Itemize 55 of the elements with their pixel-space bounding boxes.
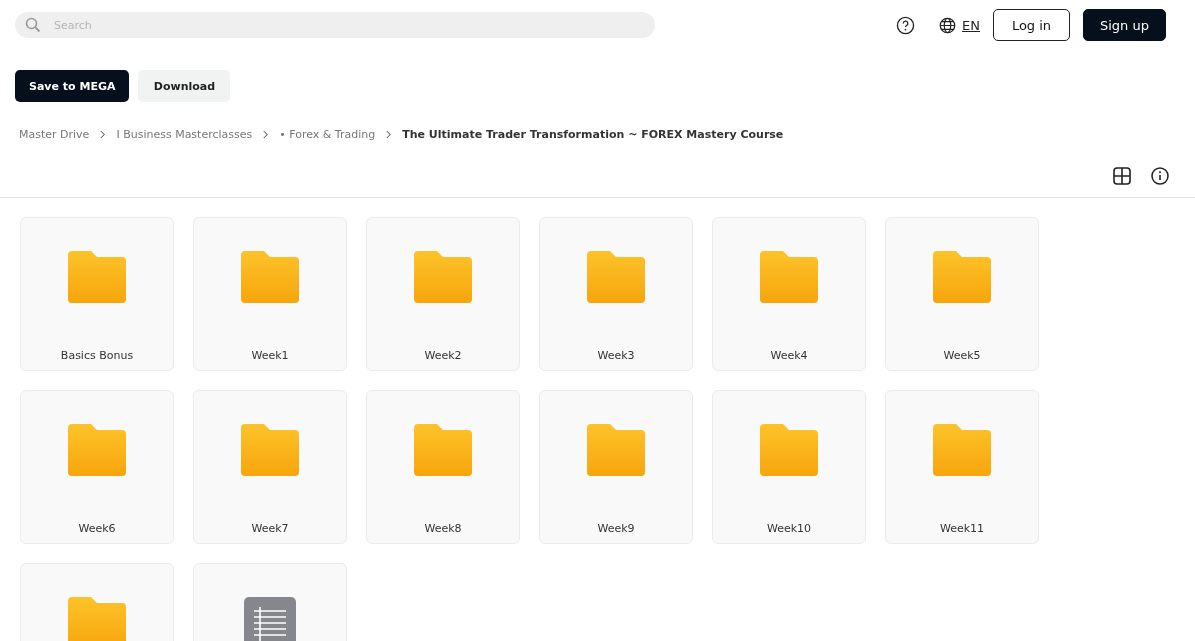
document-icon (244, 597, 296, 641)
folder-name: Basics Bonus (60, 349, 134, 362)
folder-card[interactable]: Week7 (193, 390, 347, 544)
folder-icon (68, 251, 126, 303)
folder-card[interactable]: Week8 (366, 390, 520, 544)
folder-icon (587, 424, 645, 476)
chevron-icon (262, 130, 270, 139)
search-field[interactable]: Search (15, 12, 655, 38)
folder-icon (933, 424, 991, 476)
folder-icon (414, 251, 472, 303)
login-button[interactable]: Log in (993, 9, 1070, 41)
folder-name: Week1 (251, 349, 289, 362)
language-link[interactable]: EN (962, 17, 980, 33)
folder-card[interactable]: Week11 (885, 390, 1039, 544)
chevron-icon (99, 130, 107, 139)
folder-name: Week10 (766, 522, 812, 535)
breadcrumb-item: The Ultimate Trader Transformation ~ FOREX Mastery Course (402, 128, 784, 141)
folder-name: Week6 (78, 522, 116, 535)
folder-card[interactable]: Basics Bonus (20, 217, 174, 371)
folder-icon (68, 424, 126, 476)
folder-card[interactable]: Week10 (712, 390, 866, 544)
folder-icon (933, 251, 991, 303)
folder-card[interactable]: Week1 (193, 217, 347, 371)
folder-name: Week7 (251, 522, 289, 535)
grid-view-icon[interactable] (1113, 167, 1131, 185)
folder-card[interactable]: Week2 (366, 217, 520, 371)
folder-icon (241, 424, 299, 476)
info-icon[interactable] (1151, 167, 1169, 185)
folder-card[interactable]: Week4 (712, 217, 866, 371)
folder-icon (587, 251, 645, 303)
download-button[interactable]: Download (138, 70, 231, 102)
folder-name: Week8 (424, 522, 462, 535)
folder-name: Week4 (770, 349, 808, 362)
folder-card[interactable]: Week3 (539, 217, 693, 371)
folder-name: Week3 (597, 349, 635, 362)
folder-card[interactable]: Week9 (539, 390, 693, 544)
folder-name: Week2 (424, 349, 462, 362)
globe-icon[interactable] (939, 16, 957, 34)
save-button[interactable]: Save to MEGA (15, 70, 130, 102)
breadcrumb-item[interactable]: I Business Masterclasses (116, 128, 253, 141)
breadcrumb-item[interactable]: • Forex & Trading (279, 128, 376, 141)
chevron-icon (385, 130, 393, 139)
help-icon[interactable] (896, 15, 916, 35)
breadcrumb-item[interactable]: Master Drive (19, 128, 90, 141)
folder-name: Week5 (943, 349, 981, 362)
folder-icon (760, 251, 818, 303)
folder-card[interactable]: Week6 (20, 390, 174, 544)
folder-icon (760, 424, 818, 476)
folder-name: Week9 (597, 522, 635, 535)
folder-card[interactable]: Week5 (885, 217, 1039, 371)
folder-icon (68, 597, 126, 641)
folder-icon (414, 424, 472, 476)
folder-name: Week11 (939, 522, 985, 535)
signup-button[interactable]: Sign up (1083, 9, 1166, 41)
folder-icon (241, 251, 299, 303)
